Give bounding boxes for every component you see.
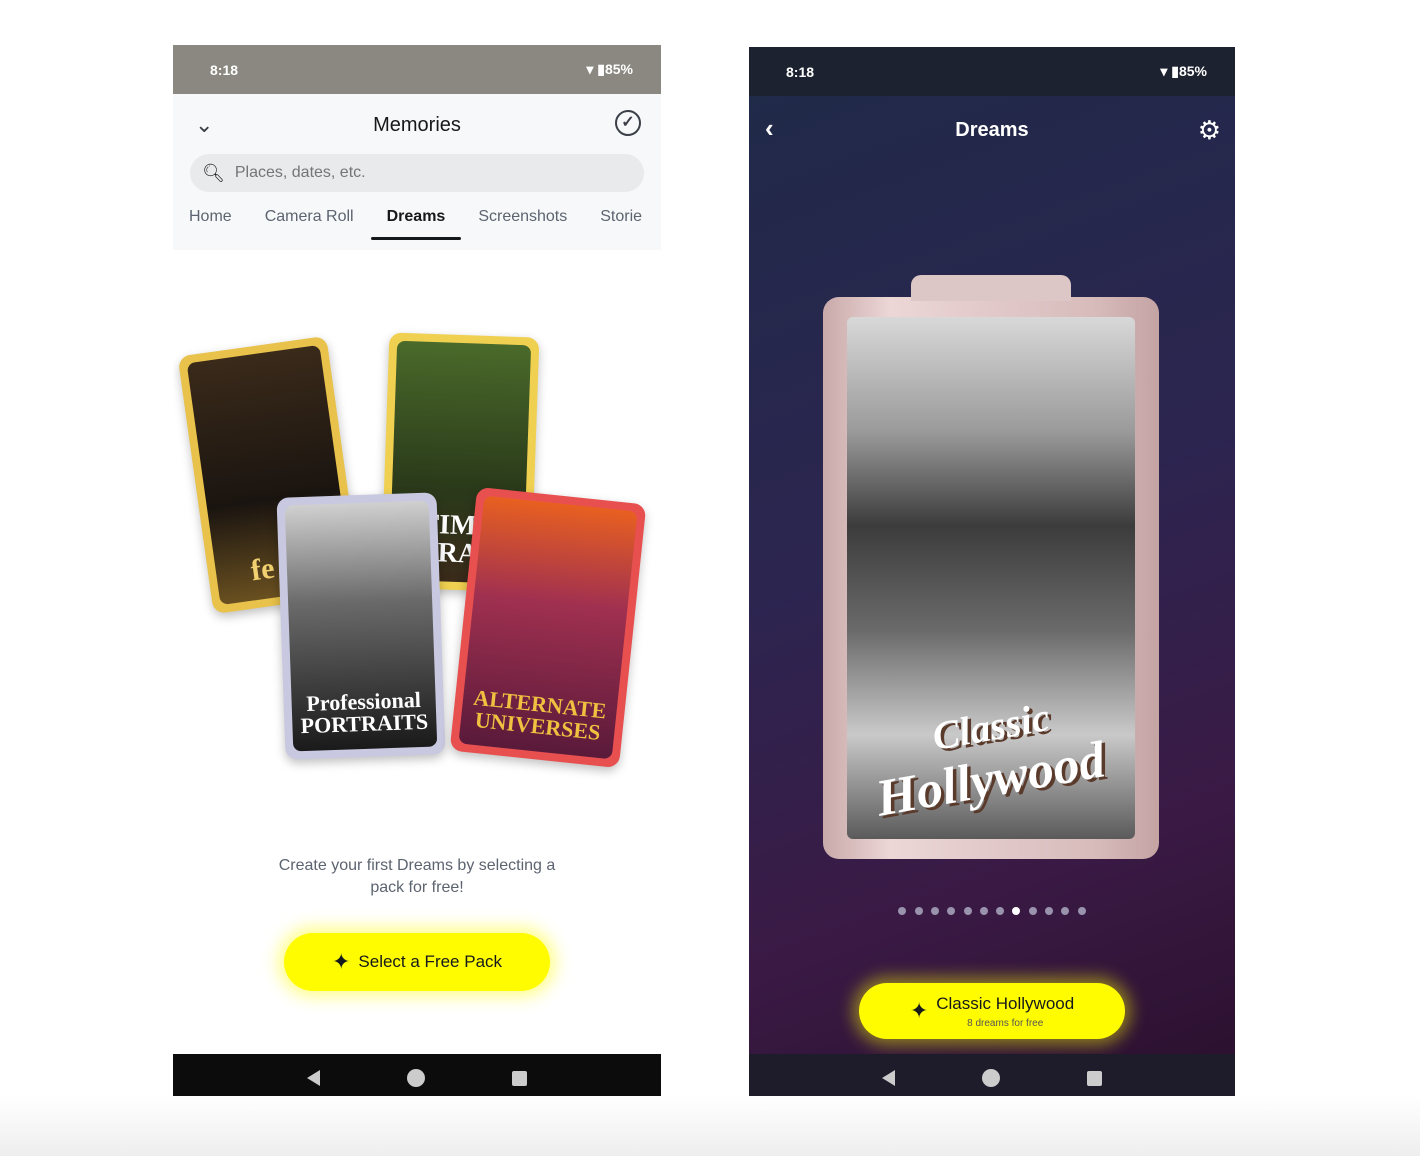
pack-card: ALTERNATE UNIVERSES — [449, 486, 647, 769]
status-time: 8:18 — [786, 63, 815, 80]
battery-icon: ▮ — [1171, 63, 1179, 79]
page-dot[interactable] — [914, 907, 923, 915]
dreams-screen: 8:18 ▾ ▮85% ‹ Dreams ⚙ Classic Hollywood… — [749, 47, 1235, 1102]
gear-icon[interactable]: ⚙ — [1198, 115, 1221, 146]
wifi-icon: ▾ — [586, 61, 594, 77]
nav-home-icon[interactable] — [406, 1069, 425, 1087]
page-dot[interactable] — [898, 907, 907, 915]
battery-level: 85% — [1178, 63, 1207, 79]
status-bar: 8:18 ▾ ▮85% — [749, 47, 1235, 96]
status-time: 8:18 — [210, 61, 239, 78]
preview-image: Classic Hollywood — [847, 317, 1135, 839]
page-dot[interactable] — [930, 907, 939, 915]
tab-screenshots[interactable]: Screenshots — [478, 208, 567, 240]
empty-state-text: Create your first Dreams by selecting a … — [278, 857, 556, 896]
background — [0, 1096, 1420, 1156]
page-dot[interactable] — [1012, 907, 1021, 915]
system-nav-bar — [173, 1054, 661, 1102]
page-dot[interactable] — [1045, 907, 1054, 915]
nav-recents-icon[interactable] — [1086, 1070, 1102, 1086]
sparkle-icon: ✦ — [331, 949, 351, 974]
tab-home[interactable]: Home — [189, 208, 232, 240]
page-dot[interactable] — [996, 907, 1005, 915]
page-dot[interactable] — [1028, 907, 1037, 915]
pack-preview-card[interactable]: Classic Hollywood — [823, 275, 1159, 859]
nav-recents-icon[interactable] — [512, 1070, 528, 1086]
wifi-icon: ▾ — [1160, 63, 1168, 79]
battery-level: 85% — [604, 61, 633, 77]
page-dot[interactable] — [963, 907, 972, 915]
tab-stories[interactable]: Storie — [600, 208, 642, 240]
sparkle-icon: ✦ — [909, 998, 929, 1023]
classic-hollywood-button[interactable]: ✦ Classic Hollywood 8 dreams for free — [859, 983, 1125, 1039]
page-dot[interactable] — [1061, 907, 1070, 915]
select-free-pack-button[interactable]: ✦ Select a Free Pack — [284, 933, 550, 991]
battery-icon: ▮ — [597, 61, 605, 77]
nav-back-icon[interactable] — [306, 1070, 320, 1086]
nav-back-icon[interactable] — [882, 1070, 896, 1086]
search-input[interactable] — [234, 164, 595, 182]
check-circle-icon[interactable]: ✓ — [615, 110, 641, 136]
page-dot[interactable] — [947, 907, 956, 915]
tab-bar: Home Camera Roll Dreams Screenshots Stor… — [189, 208, 661, 240]
search-icon: 🔍︎ — [202, 162, 225, 183]
page-title: Dreams — [955, 119, 1029, 141]
tab-dreams[interactable]: Dreams — [370, 208, 461, 240]
tab-camera-roll[interactable]: Camera Roll — [265, 208, 354, 240]
page-dot[interactable] — [979, 907, 988, 915]
search-bar[interactable]: 🔍︎ — [190, 154, 644, 192]
card-tab — [911, 275, 1071, 301]
pack-card: Professional PORTRAITS — [276, 492, 446, 760]
page-dot[interactable] — [1077, 907, 1086, 915]
nav-home-icon[interactable] — [981, 1069, 1000, 1087]
page-title: Memories — [373, 114, 461, 136]
system-nav-bar — [749, 1054, 1235, 1102]
memories-screen: 8:18 ▾ ▮85% ⌄ Memories ✓ 🔍︎ Home Camera … — [173, 45, 661, 1102]
status-bar: 8:18 ▾ ▮85% — [173, 45, 661, 94]
page-indicator — [749, 907, 1235, 915]
memories-header: ⌄ Memories ✓ 🔍︎ Home Camera Roll Dreams … — [173, 94, 661, 250]
